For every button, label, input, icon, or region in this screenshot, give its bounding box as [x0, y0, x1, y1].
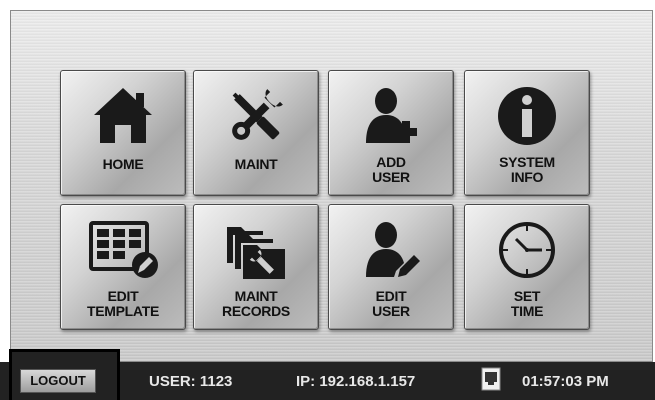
edit-user-button[interactable]: EDIT USER [328, 204, 454, 330]
edit-user-icon [366, 222, 420, 277]
edit-template-button[interactable]: EDIT TEMPLATE [60, 204, 186, 330]
home-icon [94, 88, 152, 143]
folder-wrench-icon [227, 227, 285, 279]
set-time-label-2: TIME [510, 303, 544, 319]
system-info-button[interactable]: SYSTEM INFO [464, 70, 590, 196]
logout-button[interactable]: LOGOUT [20, 369, 96, 393]
maint-records-label-1: MAINT [234, 288, 278, 304]
edit-user-label-1: EDIT [375, 288, 407, 304]
home-label: HOME [102, 156, 144, 172]
edit-template-icon [89, 221, 158, 278]
network-port-icon [481, 367, 501, 391]
edit-template-label-1: EDIT [107, 288, 139, 304]
maint-button[interactable]: MAINT [193, 70, 319, 196]
add-user-label-2: USER [372, 169, 410, 185]
add-user-icon [366, 88, 417, 143]
add-user-button[interactable]: ADD USER [328, 70, 454, 196]
maint-label: MAINT [234, 156, 278, 172]
user-id: USER: 1123 [149, 373, 233, 390]
edit-user-label-2: USER [372, 303, 410, 319]
add-user-label-1: ADD [376, 154, 406, 170]
ip-address: IP: 192.168.1.157 [296, 373, 416, 390]
set-time-label-1: SET [513, 288, 541, 304]
edit-template-label-2: TEMPLATE [86, 303, 159, 319]
info-icon [498, 87, 556, 145]
home-button[interactable]: HOME [60, 70, 186, 196]
maint-records-label-2: RECORDS [222, 303, 290, 319]
maint-records-button[interactable]: MAINT RECORDS [193, 204, 319, 330]
tools-icon [232, 89, 283, 140]
set-time-button[interactable]: SET TIME [464, 204, 590, 330]
clock-readout: 01:57:03 PM [522, 373, 609, 390]
system-info-label-1: SYSTEM [499, 154, 555, 170]
clock-icon [499, 222, 555, 278]
system-info-label-2: INFO [510, 169, 544, 185]
